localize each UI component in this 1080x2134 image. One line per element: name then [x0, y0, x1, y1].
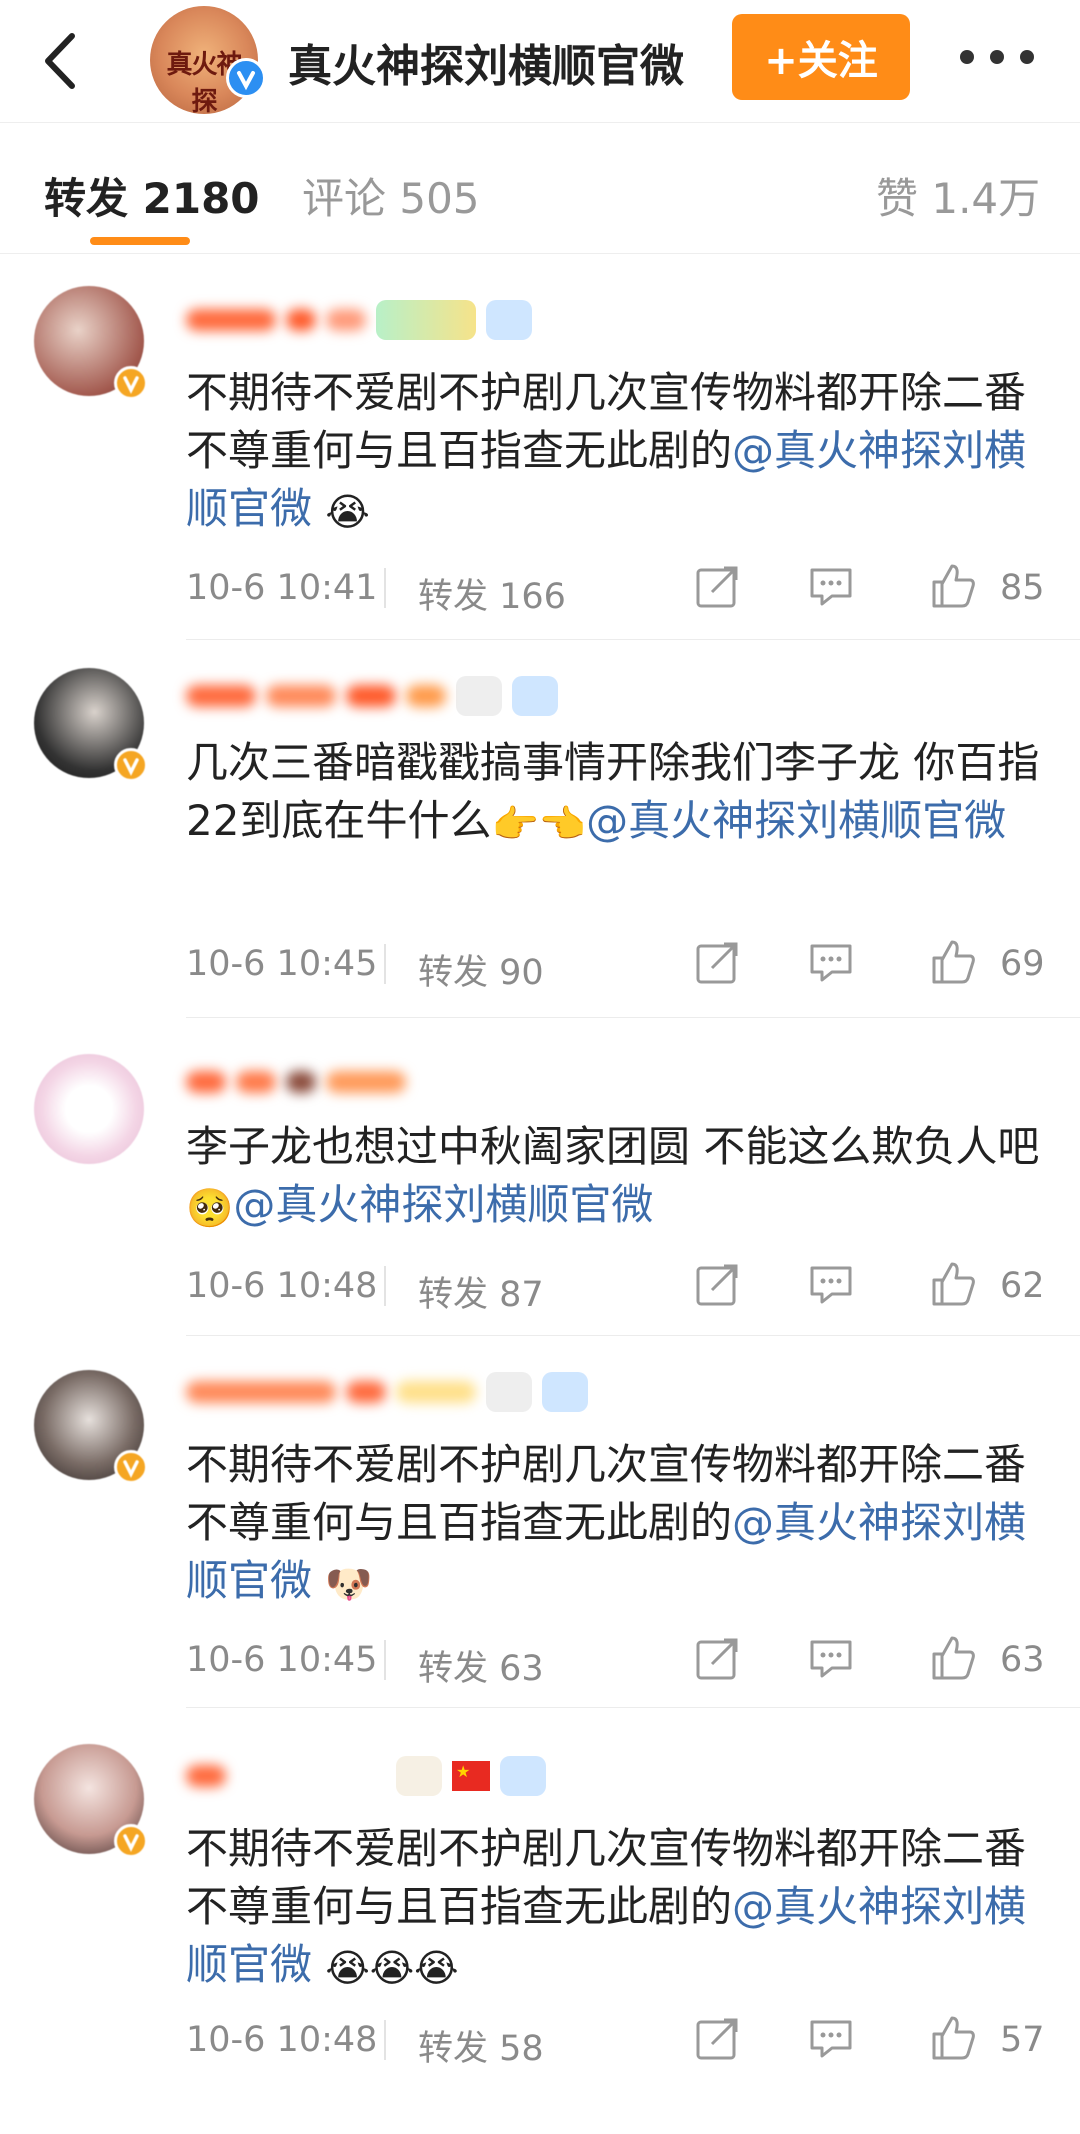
shark-sticker-icon	[500, 1756, 546, 1796]
comment-text: 李子龙也想过中秋阖家团圆 不能这么欺负人吧 🥺@真火神探刘横顺官微	[186, 1118, 1046, 1237]
like-thumb-icon[interactable]	[928, 1634, 976, 1682]
share-icon[interactable]	[694, 940, 740, 986]
verified-badge-icon	[114, 1824, 148, 1858]
verified-badge-icon	[114, 366, 148, 400]
comment-icon[interactable]	[808, 1638, 854, 1680]
active-tab-indicator	[90, 237, 190, 245]
tab-bar: 转发 2180 评论 505 赞 1.4万	[0, 122, 1080, 254]
shark-sticker-icon	[512, 676, 558, 716]
like-thumb-icon[interactable]	[928, 1260, 976, 1308]
comment-meta: 10-6 10:45 转发 63 63	[186, 1634, 1046, 1689]
user-avatar[interactable]	[34, 1054, 144, 1164]
share-icon[interactable]	[694, 564, 740, 610]
like-thumb-icon[interactable]	[928, 938, 976, 986]
timestamp: 10-6 10:45	[186, 1640, 378, 1680]
timestamp: 10-6 10:41	[186, 568, 378, 608]
fan-badge-icon	[376, 300, 476, 340]
user-avatar[interactable]	[34, 668, 148, 782]
top-bar: 真火神探 真火神探刘横顺官微 +关注	[0, 0, 1080, 122]
repost-item[interactable]: 李子龙也想过中秋阖家团圆 不能这么欺负人吧 🥺@真火神探刘横顺官微 10-6 10…	[0, 1018, 1080, 1336]
more-dots-icon[interactable]	[960, 48, 1040, 68]
verified-badge-icon	[226, 58, 266, 98]
share-icon[interactable]	[694, 2016, 740, 2062]
comment-meta: 10-6 10:45 转发 90 69	[186, 938, 1046, 993]
username-blurred[interactable]	[186, 1372, 588, 1412]
page-title: 真火神探刘横顺官微	[288, 41, 684, 92]
repost-item[interactable]: ★ 不期待不爱剧不护剧几次宣传物料都开除二番不尊重何与且百指查无此剧的@真火神探…	[0, 1708, 1080, 2134]
username-blurred[interactable]	[186, 1062, 406, 1102]
pointing-hands-emoji-icon: 👉👈	[491, 801, 587, 846]
timestamp: 10-6 10:48	[186, 1266, 378, 1306]
repost-item[interactable]: 几次三番暗戳戳搞事情开除我们李子龙 你百指22到底在牛什么👉👈@真火神探刘横顺官…	[0, 640, 1080, 1018]
comment-icon[interactable]	[808, 942, 854, 984]
repost-count[interactable]: 转发 166	[418, 568, 566, 619]
like-count: 62	[1000, 1266, 1045, 1306]
username-blurred[interactable]: ★	[186, 1756, 546, 1796]
comment-icon[interactable]	[808, 1264, 854, 1306]
comment-text: 几次三番暗戳戳搞事情开除我们李子龙 你百指22到底在牛什么👉👈@真火神探刘横顺官…	[186, 734, 1046, 853]
user-avatar[interactable]	[34, 286, 148, 400]
shark-sticker-icon	[542, 1372, 588, 1412]
like-count: 57	[1000, 2020, 1045, 2060]
crying-emoji-icon: 😭	[325, 489, 370, 534]
comment-text: 不期待不爱剧不护剧几次宣传物料都开除二番不尊重何与且百指查无此剧的@真火神探刘横…	[186, 1436, 1046, 1613]
china-flag-icon: ★	[452, 1761, 490, 1791]
repost-count[interactable]: 转发 58	[418, 2020, 544, 2071]
comment-body: 李子龙也想过中秋阖家团圆 不能这么欺负人吧	[186, 1122, 1040, 1171]
verified-badge-icon	[114, 1450, 148, 1484]
comment-icon[interactable]	[808, 2018, 854, 2060]
mention-link[interactable]: @真火神探刘横顺官微	[586, 796, 1006, 845]
comment-meta: 10-6 10:48 转发 87 62	[186, 1260, 1046, 1315]
dragon-sticker-icon	[396, 1756, 442, 1796]
comment-text: 不期待不爱剧不护剧几次宣传物料都开除二番不尊重何与且百指查无此剧的@真火神探刘横…	[186, 1820, 1046, 1997]
tab-reposts[interactable]: 转发 2180	[44, 165, 260, 226]
like-thumb-icon[interactable]	[928, 2014, 976, 2062]
tab-comments[interactable]: 评论 505	[302, 165, 480, 226]
like-count: 85	[1000, 568, 1045, 608]
pleading-emoji-icon: 🥺	[186, 1185, 234, 1230]
repost-count[interactable]: 转发 63	[418, 1640, 544, 1691]
user-avatar[interactable]	[34, 1744, 148, 1858]
panda-sticker-icon	[456, 676, 502, 716]
like-count: 63	[1000, 1640, 1045, 1680]
share-icon[interactable]	[694, 1262, 740, 1308]
comment-meta: 10-6 10:41 转发 166 85	[186, 562, 1046, 617]
dog-emoji-icon: 🐶	[325, 1561, 373, 1606]
repost-count[interactable]: 转发 87	[418, 1266, 544, 1317]
comment-meta: 10-6 10:48 转发 58 57	[186, 2014, 1046, 2069]
follow-button[interactable]: +关注	[732, 14, 910, 100]
comment-text: 不期待不爱剧不护剧几次宣传物料都开除二番不尊重何与且百指查无此剧的@真火神探刘横…	[186, 364, 1046, 541]
timestamp: 10-6 10:48	[186, 2020, 378, 2060]
username-blurred[interactable]	[186, 676, 558, 716]
like-count: 69	[1000, 944, 1045, 984]
like-thumb-icon[interactable]	[928, 562, 976, 610]
panda-sticker-icon	[486, 1372, 532, 1412]
username-blurred[interactable]	[186, 300, 532, 340]
tab-likes[interactable]: 赞 1.4万	[876, 165, 1040, 226]
comment-icon[interactable]	[808, 566, 854, 608]
timestamp: 10-6 10:45	[186, 944, 378, 984]
share-icon[interactable]	[694, 1636, 740, 1682]
back-chevron-icon[interactable]	[30, 28, 96, 94]
user-avatar[interactable]	[34, 1370, 148, 1484]
repost-item[interactable]: 不期待不爱剧不护剧几次宣传物料都开除二番不尊重何与且百指查无此剧的@真火神探刘横…	[0, 1336, 1080, 1708]
crying-emoji-icon: 😭😭😭	[325, 1945, 459, 1990]
repost-count[interactable]: 转发 90	[418, 944, 544, 995]
mention-link[interactable]: @真火神探刘横顺官微	[233, 1180, 653, 1229]
verified-badge-icon	[114, 748, 148, 782]
repost-item[interactable]: 不期待不爱剧不护剧几次宣传物料都开除二番不尊重何与且百指查无此剧的@真火神探刘横…	[0, 252, 1080, 640]
shark-sticker-icon	[486, 300, 532, 340]
